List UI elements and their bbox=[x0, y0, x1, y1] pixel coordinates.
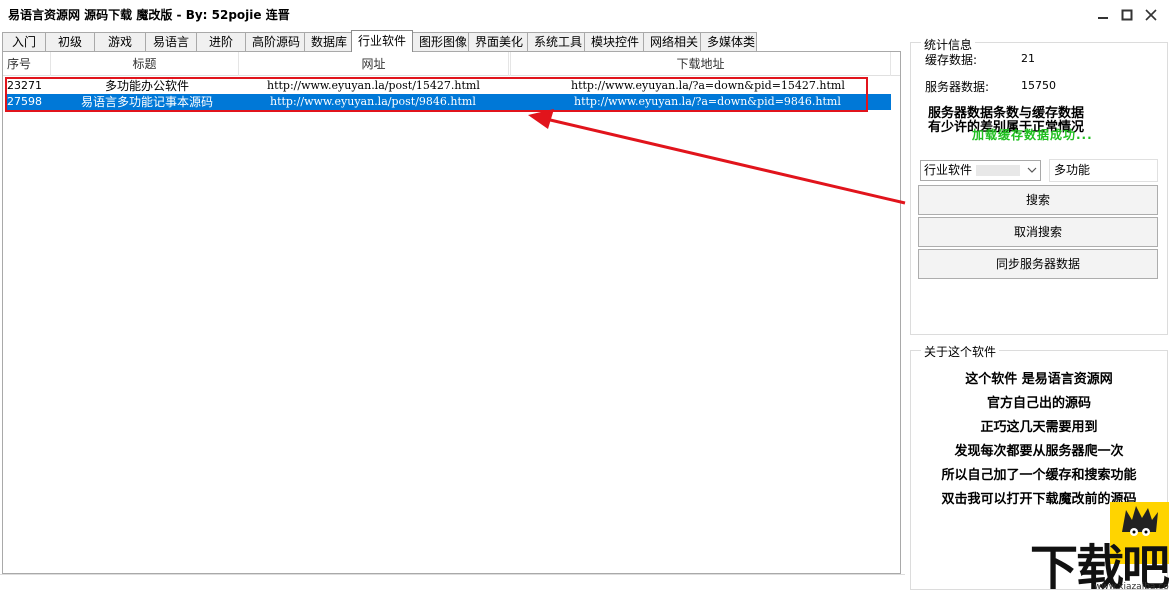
tab-games[interactable]: 游戏 bbox=[94, 32, 146, 52]
chevron-down-icon[interactable] bbox=[1027, 161, 1037, 187]
tab-multimedia[interactable]: 多媒体类 bbox=[700, 32, 757, 52]
tab-graphics[interactable]: 图形图像 bbox=[412, 32, 469, 52]
search-button[interactable]: 搜索 bbox=[918, 185, 1158, 215]
column-id[interactable]: 序号 bbox=[3, 52, 51, 76]
tab-intro[interactable]: 入门 bbox=[2, 32, 46, 52]
tab-ui-beautify[interactable]: 界面美化 bbox=[468, 32, 528, 52]
server-label: 服务器数据: bbox=[925, 80, 990, 94]
tab-advanced[interactable]: 进阶 bbox=[196, 32, 246, 52]
annotation-arrow-icon bbox=[528, 109, 906, 205]
category-select-value: 行业软件 bbox=[924, 163, 973, 177]
about-group-title: 关于这个软件 bbox=[921, 343, 1000, 360]
tab-high-level-source[interactable]: 高阶源码 bbox=[245, 32, 305, 52]
about-line[interactable]: 正巧这几天需要用到 bbox=[910, 416, 1168, 435]
tab-industry-software[interactable]: 行业软件 bbox=[351, 30, 413, 52]
tab-network[interactable]: 网络相关 bbox=[643, 32, 701, 52]
minimize-button[interactable] bbox=[1090, 2, 1116, 28]
tab-beginner[interactable]: 初级 bbox=[45, 32, 95, 52]
search-input[interactable]: 多功能 bbox=[1049, 159, 1158, 182]
tab-system-tools[interactable]: 系统工具 bbox=[527, 32, 585, 52]
tab-eyuyan[interactable]: 易语言 bbox=[145, 32, 197, 52]
title-bar: 易语言资源网 源码下载 魔改版 - By: 52pojie 连晋 bbox=[0, 0, 1169, 30]
about-line[interactable]: 所以自己加了一个缓存和搜索功能 bbox=[910, 464, 1168, 483]
server-value: 15750 bbox=[1021, 79, 1056, 92]
select-shade bbox=[976, 165, 1020, 176]
maximize-button[interactable] bbox=[1114, 2, 1140, 28]
category-tabs: 入门 初级 游戏 易语言 进阶 高阶源码 数据库 行业软件 图形图像 界面美化 … bbox=[2, 30, 757, 52]
cache-label: 缓存数据: bbox=[925, 53, 978, 67]
close-icon bbox=[1145, 9, 1157, 21]
close-button[interactable] bbox=[1138, 2, 1164, 28]
column-title[interactable]: 标题 bbox=[51, 52, 239, 76]
sync-server-button[interactable]: 同步服务器数据 bbox=[918, 249, 1158, 279]
column-url[interactable]: 网址 bbox=[239, 52, 509, 76]
tab-module-controls[interactable]: 模块控件 bbox=[584, 32, 644, 52]
watermark-url: www.xiazaiba.com bbox=[1094, 582, 1169, 592]
watermark-logo: 下载吧 www.xiazaiba.com bbox=[1028, 502, 1169, 594]
status-bar bbox=[0, 574, 905, 594]
list-header: 序号 标题 网址 下载地址 bbox=[3, 52, 900, 76]
column-download[interactable]: 下载地址 bbox=[511, 52, 891, 76]
tab-database[interactable]: 数据库 bbox=[304, 32, 352, 52]
about-line[interactable]: 官方自己出的源码 bbox=[910, 392, 1168, 411]
window-title: 易语言资源网 源码下载 魔改版 - By: 52pojie 连晋 bbox=[8, 8, 290, 22]
category-select[interactable]: 行业软件 bbox=[920, 160, 1041, 181]
cancel-search-button[interactable]: 取消搜索 bbox=[918, 217, 1158, 247]
minimize-icon bbox=[1098, 17, 1108, 19]
about-line[interactable]: 这个软件 是易语言资源网 bbox=[910, 368, 1168, 387]
maximize-icon bbox=[1121, 9, 1133, 21]
about-line[interactable]: 发现每次都要从服务器爬一次 bbox=[910, 440, 1168, 459]
cache-value: 21 bbox=[1021, 52, 1035, 65]
load-status: 加载缓存数据成功... bbox=[972, 128, 1093, 142]
